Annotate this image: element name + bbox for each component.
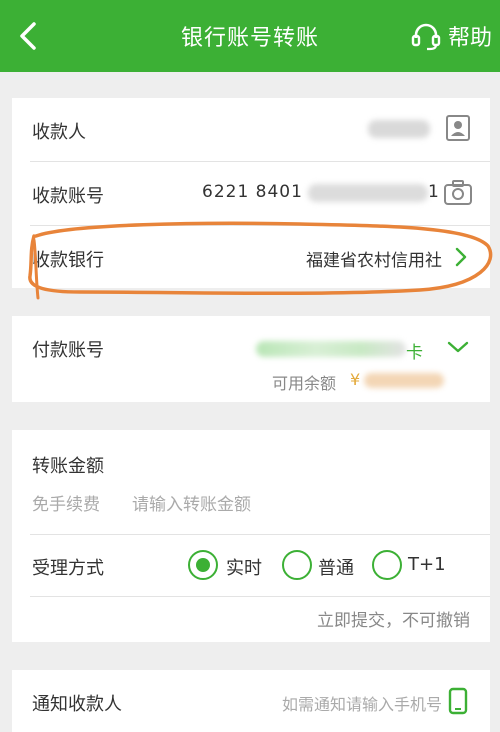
help-button[interactable]: 帮助: [410, 18, 492, 54]
help-label: 帮助: [447, 26, 492, 51]
account-tail: 1: [428, 182, 439, 202]
recipient-card: 收款人 6221 8401 收款账号 1 收款银行 福建省农村信用社: [12, 98, 490, 288]
radio-t1-label: T+1: [408, 554, 446, 575]
account-label: 收款账号: [32, 186, 104, 207]
fee-note: 免手续费: [32, 495, 100, 515]
method-label: 受理方式: [32, 558, 104, 579]
amount-input[interactable]: 请输入转账金额: [132, 490, 251, 515]
amount-card: 转账金额 免手续费 请输入转账金额 受理方式 实时 普通 T+1 立即提交，不可…: [12, 430, 490, 642]
radio-normal[interactable]: [282, 550, 312, 580]
payment-account-label: 付款账号: [32, 340, 104, 361]
payee-label: 收款人: [32, 122, 86, 143]
amount-label: 转账金额: [32, 456, 104, 477]
account-number-redacted: [308, 184, 428, 202]
radio-realtime[interactable]: [188, 550, 218, 580]
contacts-icon[interactable]: [445, 114, 471, 142]
bank-row[interactable]: 收款银行 福建省农村信用社: [12, 226, 490, 288]
chevron-right-icon: [455, 247, 467, 267]
notify-card: 通知收款人 如需通知请输入手机号: [12, 670, 490, 732]
balance-label: 可用余额: [272, 374, 337, 393]
radio-t1[interactable]: [372, 550, 402, 580]
payment-account-suffix: 卡: [406, 343, 423, 363]
method-note: 立即提交，不可撤销: [317, 611, 470, 631]
bank-label: 收款银行: [32, 250, 104, 271]
divider: [30, 534, 490, 535]
balance-redacted: [364, 373, 444, 388]
account-row[interactable]: 6221 8401 收款账号 1: [12, 162, 490, 224]
radio-normal-label: 普通: [318, 558, 354, 579]
payment-card[interactable]: 付款账号 卡 可用余额 ¥: [12, 316, 490, 402]
header-bar: 银行账号转账 帮助: [0, 0, 500, 72]
currency-symbol: ¥: [350, 370, 361, 389]
radio-realtime-label: 实时: [226, 558, 262, 579]
chevron-down-icon[interactable]: [446, 340, 470, 354]
payee-row[interactable]: 收款人: [12, 98, 490, 160]
divider: [30, 596, 490, 597]
phone-input[interactable]: 如需通知请输入手机号: [282, 691, 442, 715]
headset-icon: [411, 23, 441, 51]
camera-icon[interactable]: [443, 180, 473, 206]
account-value: 6221 8401: [202, 182, 303, 202]
phone-icon[interactable]: [448, 687, 468, 715]
notify-label: 通知收款人: [32, 694, 122, 715]
payment-account-redacted: [256, 341, 406, 357]
payee-name-redacted: [368, 120, 430, 138]
bank-value: 福建省农村信用社: [306, 251, 442, 271]
